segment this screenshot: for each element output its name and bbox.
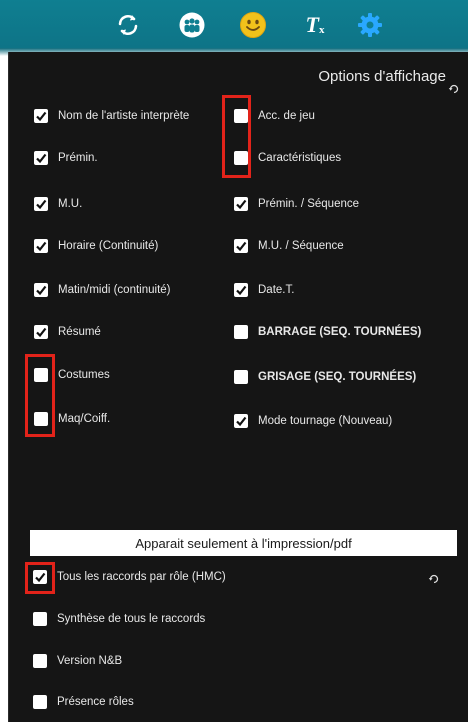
option-costumes[interactable]: Costumes — [34, 368, 110, 382]
checkbox[interactable] — [34, 151, 48, 165]
option-label: GRISAGE (SEQ. TOURNÉES) — [258, 371, 417, 383]
checkbox[interactable] — [33, 654, 47, 668]
panel-title: Options d'affichage — [318, 68, 446, 85]
option-grisage[interactable]: GRISAGE (SEQ. TOURNÉES) — [234, 370, 416, 384]
checkbox[interactable] — [34, 368, 48, 382]
option-label: Nom de l'artiste interprète — [58, 110, 190, 122]
option-version-nb[interactable]: Version N&B — [33, 654, 122, 668]
checkbox[interactable] — [234, 239, 248, 253]
option-label: Prémin. / Séquence — [258, 198, 360, 210]
option-tous-raccords[interactable]: Tous les raccords par rôle (HMC) — [33, 570, 226, 584]
checkbox[interactable] — [234, 283, 248, 297]
checkbox[interactable] — [34, 109, 48, 123]
option-label: Version N&B — [57, 655, 123, 667]
reset-icon[interactable] — [448, 82, 460, 100]
option-label: M.U. — [58, 198, 83, 210]
option-label: Résumé — [58, 326, 101, 338]
print-only-header: Apparait seulement à l'impression/pdf — [30, 530, 457, 556]
option-label: Mode tournage (Nouveau) — [258, 415, 393, 427]
sync-icon[interactable] — [113, 10, 143, 40]
option-barrage[interactable]: BARRAGE (SEQ. TOURNÉES) — [234, 325, 421, 339]
option-horaire[interactable]: Horaire (Continuité) — [34, 239, 158, 253]
gear-icon[interactable] — [355, 10, 385, 40]
checkbox[interactable] — [234, 197, 248, 211]
option-label: BARRAGE (SEQ. TOURNÉES) — [258, 326, 422, 338]
checkbox[interactable] — [234, 109, 248, 123]
checkbox[interactable] — [34, 239, 48, 253]
option-label: Caractéristiques — [258, 152, 342, 164]
option-premin-sequence[interactable]: Prémin. / Séquence — [234, 197, 359, 211]
toolbar-background — [0, 0, 468, 52]
checkbox[interactable] — [234, 325, 248, 339]
option-date-t[interactable]: Date.T. — [234, 283, 294, 297]
reset-icon[interactable] — [428, 572, 440, 590]
option-mu[interactable]: M.U. — [34, 197, 82, 211]
option-label: Présence rôles — [57, 696, 134, 708]
option-acc-jeu[interactable]: Acc. de jeu — [234, 109, 315, 123]
clear-format-icon[interactable]: Tx — [300, 10, 330, 40]
option-label: Maq/Coiff. — [58, 413, 111, 425]
option-premin[interactable]: Prémin. — [34, 151, 98, 165]
checkbox[interactable] — [34, 197, 48, 211]
option-nom-artiste[interactable]: Nom de l'artiste interprète — [34, 109, 189, 123]
checkbox[interactable] — [234, 370, 248, 384]
checkbox[interactable] — [33, 612, 47, 626]
option-synthese-raccords[interactable]: Synthèse de tous le raccords — [33, 612, 205, 626]
checkbox[interactable] — [234, 414, 248, 428]
option-label: Synthèse de tous le raccords — [57, 613, 206, 625]
checkbox[interactable] — [33, 695, 47, 709]
option-label: M.U. / Séquence — [258, 240, 344, 252]
option-matin-midi[interactable]: Matin/midi (continuité) — [34, 283, 170, 297]
option-label: Acc. de jeu — [258, 110, 315, 122]
checkbox[interactable] — [34, 412, 48, 426]
option-label: Horaire (Continuité) — [58, 240, 159, 252]
checkbox[interactable] — [34, 283, 48, 297]
option-label: Costumes — [58, 369, 110, 381]
option-caracteristiques[interactable]: Caractéristiques — [234, 151, 341, 165]
option-mu-sequence[interactable]: M.U. / Séquence — [234, 239, 344, 253]
option-label: Date.T. — [258, 284, 295, 296]
option-label: Tous les raccords par rôle (HMC) — [57, 571, 226, 583]
option-mode-tournage[interactable]: Mode tournage (Nouveau) — [234, 414, 392, 428]
checkbox[interactable] — [234, 151, 248, 165]
option-presence-roles[interactable]: Présence rôles — [33, 695, 134, 709]
smiley-icon[interactable] — [238, 10, 268, 40]
option-label: Matin/midi (continuité) — [58, 284, 171, 296]
option-resume[interactable]: Résumé — [34, 325, 101, 339]
option-label: Prémin. — [58, 152, 98, 164]
option-maq-coiff[interactable]: Maq/Coiff. — [34, 412, 110, 426]
checkbox[interactable] — [34, 325, 48, 339]
group-icon[interactable] — [177, 10, 207, 40]
highlight-box — [222, 95, 251, 178]
checkbox[interactable] — [33, 570, 47, 584]
